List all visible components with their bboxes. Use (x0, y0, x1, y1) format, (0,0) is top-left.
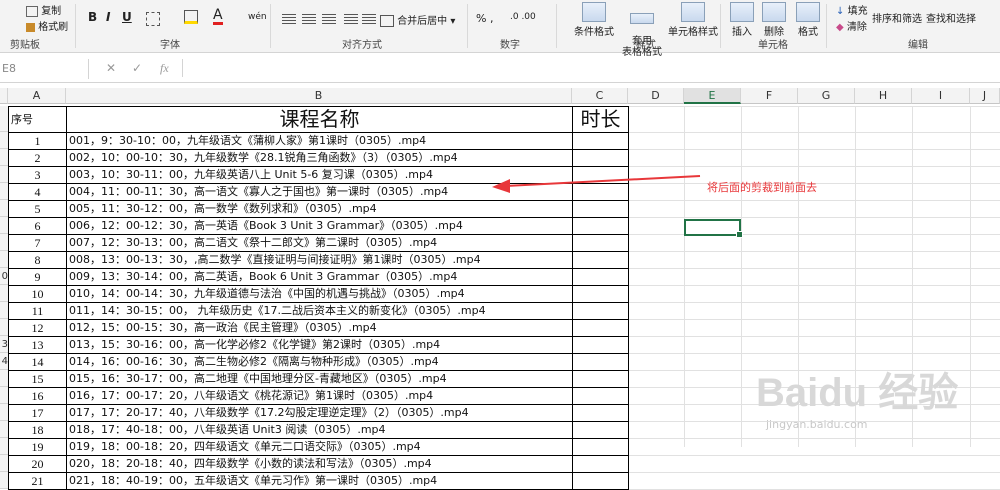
watermark-brand: Baidu 经验 (756, 371, 959, 415)
row-header[interactable] (0, 472, 8, 489)
seq-cell[interactable]: 21 (8, 472, 67, 490)
course-name-cell[interactable]: 020，18：20-18：40，四年级数学《小数的读法和写法》（0305）.mp… (66, 455, 573, 473)
annotation-text: 将后面的剪裁到前面去 (707, 181, 817, 194)
duration-cell[interactable] (572, 472, 629, 490)
course-name-cell[interactable]: 021，18：40-19：00，五年级语文《单元习作》第一课时（0305）.mp… (66, 472, 573, 490)
watermark-url: jingyan.baidu.com (766, 418, 868, 431)
duration-cell[interactable] (572, 455, 629, 473)
seq-cell[interactable]: 20 (8, 455, 67, 473)
gridline (628, 472, 1000, 473)
gridline (628, 455, 1000, 456)
watermark: Baidu 经验 jingyan.baidu.com (756, 360, 958, 431)
row-header[interactable] (0, 455, 8, 472)
